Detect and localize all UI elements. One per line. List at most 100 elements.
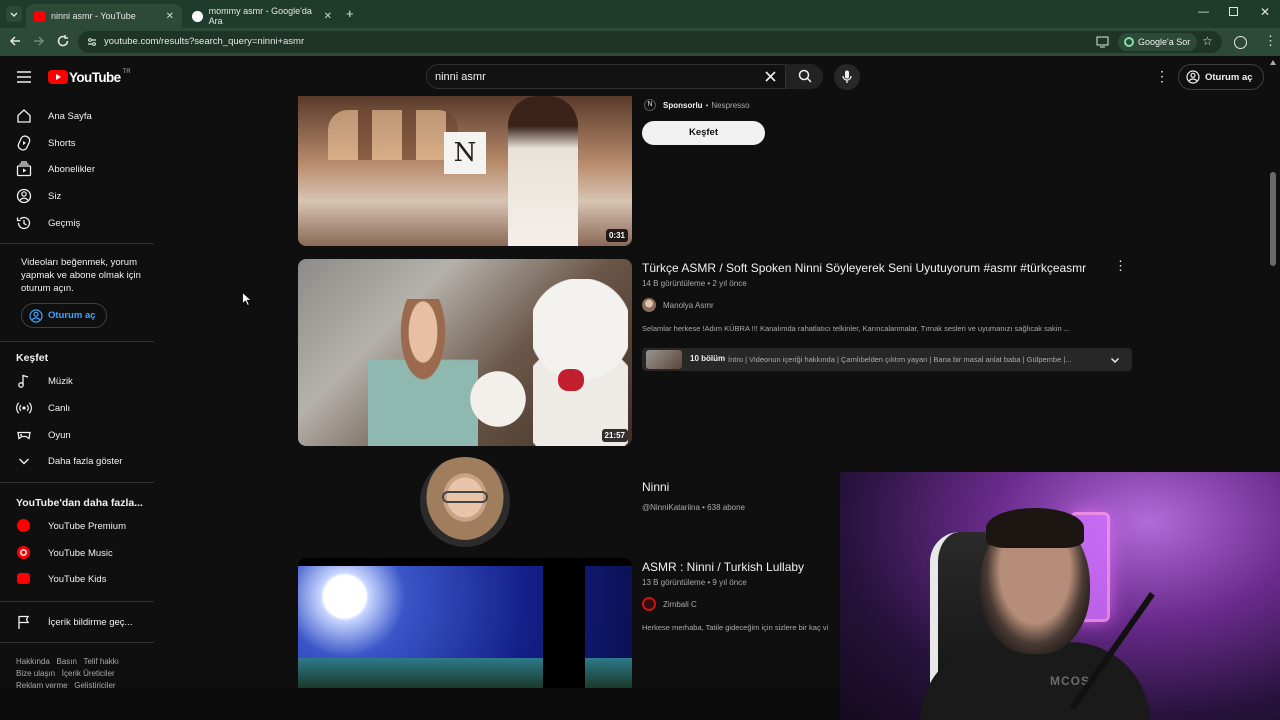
address-bar[interactable]: youtube.com/results?search_query=ninni+a… bbox=[78, 31, 1222, 53]
ad-cta-button[interactable]: Keşfet bbox=[642, 121, 765, 145]
sidebar-item-live[interactable]: Canlı bbox=[0, 395, 154, 421]
bookmark-star-icon[interactable]: ☆ bbox=[1202, 34, 1213, 48]
google-ask-button[interactable]: Google'a Sor bbox=[1118, 33, 1198, 51]
explore-heading: Keşfet bbox=[16, 352, 49, 364]
tab-youtube[interactable]: ninni asmr - YouTube ✕ bbox=[26, 4, 182, 28]
you-icon bbox=[16, 188, 32, 204]
sidebar-item-gaming[interactable]: Oyun bbox=[0, 422, 154, 448]
sidebar-item-music[interactable]: Müzik bbox=[0, 368, 154, 394]
sidebar-item-shorts[interactable]: Shorts bbox=[0, 130, 154, 156]
music-icon bbox=[18, 374, 29, 388]
settings-menu-icon[interactable]: ⋮ bbox=[1155, 68, 1169, 85]
ad-sponsor-line: N Sponsorlu • Nespresso bbox=[644, 99, 750, 111]
tab-list-button[interactable] bbox=[6, 6, 22, 22]
search-button[interactable] bbox=[785, 64, 823, 89]
close-window-button[interactable]: ✕ bbox=[1260, 5, 1270, 19]
sidebar-divider bbox=[0, 482, 154, 483]
voice-search-button[interactable] bbox=[834, 64, 860, 90]
microphone-icon bbox=[842, 70, 852, 83]
clear-search-icon[interactable] bbox=[765, 71, 776, 82]
guide-sidebar: Ana Sayfa Shorts Abonelikler Siz Geçmiş … bbox=[0, 96, 160, 720]
subscriptions-icon bbox=[16, 161, 32, 177]
youtube-logo[interactable]: YouTube TR bbox=[48, 69, 131, 85]
sidebar-item-you[interactable]: Siz bbox=[0, 183, 154, 209]
tab-google[interactable]: mommy asmr - Google'da Ara ✕ bbox=[184, 4, 340, 28]
chapters-count: 10 bölüm bbox=[690, 354, 726, 363]
video-description: Selamlar herkese !Adım KÜBRA !!! Kanalım… bbox=[642, 324, 1070, 333]
sidebar-item-music-app[interactable]: YouTube Music bbox=[0, 540, 154, 566]
chevron-down-icon[interactable] bbox=[1110, 355, 1120, 365]
sidebar-item-label: YouTube Premium bbox=[48, 520, 126, 532]
bottom-shadow-bar bbox=[0, 688, 840, 720]
advertiser-name[interactable]: Nespresso bbox=[711, 101, 749, 110]
channel-result-name[interactable]: Ninni bbox=[642, 480, 669, 494]
sidebar-item-label: Abonelikler bbox=[48, 163, 95, 175]
scroll-up-arrow-icon[interactable] bbox=[1270, 60, 1276, 65]
live-icon bbox=[16, 402, 32, 414]
guide-menu-button[interactable] bbox=[17, 70, 31, 88]
browser-toolbar: youtube.com/results?search_query=ninni+a… bbox=[0, 28, 1280, 56]
ad-cta-label: Keşfet bbox=[688, 127, 719, 138]
site-info-icon[interactable] bbox=[86, 36, 98, 48]
sidebar-item-report[interactable]: İçerik bildirme geç... bbox=[0, 609, 154, 635]
profile-icon[interactable] bbox=[1234, 36, 1247, 49]
chevron-down-icon bbox=[10, 12, 18, 17]
shorts-icon bbox=[17, 135, 31, 151]
sidebar-item-label: YouTube Music bbox=[48, 547, 113, 559]
video-channel[interactable]: Manolya Asmr bbox=[642, 298, 714, 312]
new-tab-button[interactable]: + bbox=[346, 6, 354, 21]
footer-links-2[interactable]: Bize ulaşın İçerik Üreticiler bbox=[16, 669, 115, 678]
ad-person bbox=[508, 96, 578, 246]
close-tab-icon[interactable]: ✕ bbox=[324, 11, 332, 22]
account-circle-icon bbox=[1186, 70, 1200, 84]
video-more-actions-icon[interactable]: ⋮ bbox=[1114, 258, 1127, 274]
channel-result-avatar[interactable] bbox=[420, 457, 510, 547]
video-channel[interactable]: Zimbali C bbox=[642, 597, 697, 611]
back-button[interactable] bbox=[8, 34, 22, 53]
search-input[interactable]: ninni asmr bbox=[435, 71, 486, 83]
sidebar-signin-button[interactable]: Oturum aç bbox=[21, 303, 107, 328]
youtube-music-icon bbox=[17, 546, 30, 559]
shop-arches bbox=[328, 110, 458, 160]
glasses-shape bbox=[442, 491, 488, 503]
sidebar-item-label: Siz bbox=[48, 190, 62, 202]
chapter-thumbnail bbox=[646, 350, 682, 369]
video-title[interactable]: Türkçe ASMR / Soft Spoken Ninni Söyleyer… bbox=[642, 261, 1086, 275]
account-circle-icon bbox=[29, 308, 43, 323]
presenter-hair bbox=[986, 508, 1084, 548]
arrow-right-icon bbox=[34, 36, 45, 46]
sidebar-item-home[interactable]: Ana Sayfa bbox=[0, 103, 154, 129]
sidebar-item-premium[interactable]: YouTube Premium bbox=[0, 513, 154, 539]
ad-duration: 0:31 bbox=[605, 229, 628, 242]
home-icon bbox=[17, 109, 31, 123]
install-app-icon[interactable] bbox=[1096, 36, 1109, 48]
nespresso-logo-icon: N bbox=[444, 132, 486, 174]
maximize-button[interactable] bbox=[1229, 7, 1238, 16]
minimize-button[interactable]: — bbox=[1198, 6, 1209, 18]
browser-menu-icon[interactable]: ⋮ bbox=[1264, 34, 1277, 48]
close-tab-icon[interactable]: ✕ bbox=[166, 11, 174, 22]
footer-links-1[interactable]: Hakkında Basın Telif hakkı bbox=[16, 657, 119, 666]
chapters-bar[interactable]: 10 bölüm İntro | Videonun içeriği hakkın… bbox=[642, 348, 1132, 371]
search-box[interactable]: ninni asmr bbox=[426, 64, 823, 89]
video-thumbnail[interactable] bbox=[298, 558, 632, 688]
sidebar-item-history[interactable]: Geçmiş bbox=[0, 210, 154, 236]
sidebar-item-label: Oyun bbox=[48, 429, 71, 441]
sidebar-item-subscriptions[interactable]: Abonelikler bbox=[0, 156, 154, 182]
sidebar-show-more[interactable]: Daha fazla göster bbox=[0, 448, 154, 474]
gaming-icon bbox=[17, 431, 31, 440]
video-thumbnail[interactable]: 21:57 bbox=[298, 259, 632, 446]
signin-prompt: Videoları beğenmek, yorum yapmak ve abon… bbox=[21, 257, 141, 294]
header-signin-label: Oturum aç bbox=[1205, 71, 1253, 83]
ad-thumbnail[interactable]: N 0:31 bbox=[298, 96, 632, 246]
google-lens-icon bbox=[1124, 37, 1134, 47]
mouse-cursor-icon bbox=[242, 292, 252, 306]
header-signin-button[interactable]: Oturum aç bbox=[1178, 64, 1264, 90]
video-title[interactable]: ASMR : Ninni / Turkish Lullaby bbox=[642, 560, 804, 574]
sidebar-item-kids[interactable]: YouTube Kids bbox=[0, 566, 154, 592]
reload-button[interactable] bbox=[56, 34, 70, 53]
forward-button[interactable] bbox=[32, 34, 46, 53]
page-scrollbar[interactable] bbox=[1270, 172, 1276, 266]
youtube-favicon-icon bbox=[34, 10, 45, 22]
tab-label: mommy asmr - Google'da Ara bbox=[208, 6, 312, 26]
